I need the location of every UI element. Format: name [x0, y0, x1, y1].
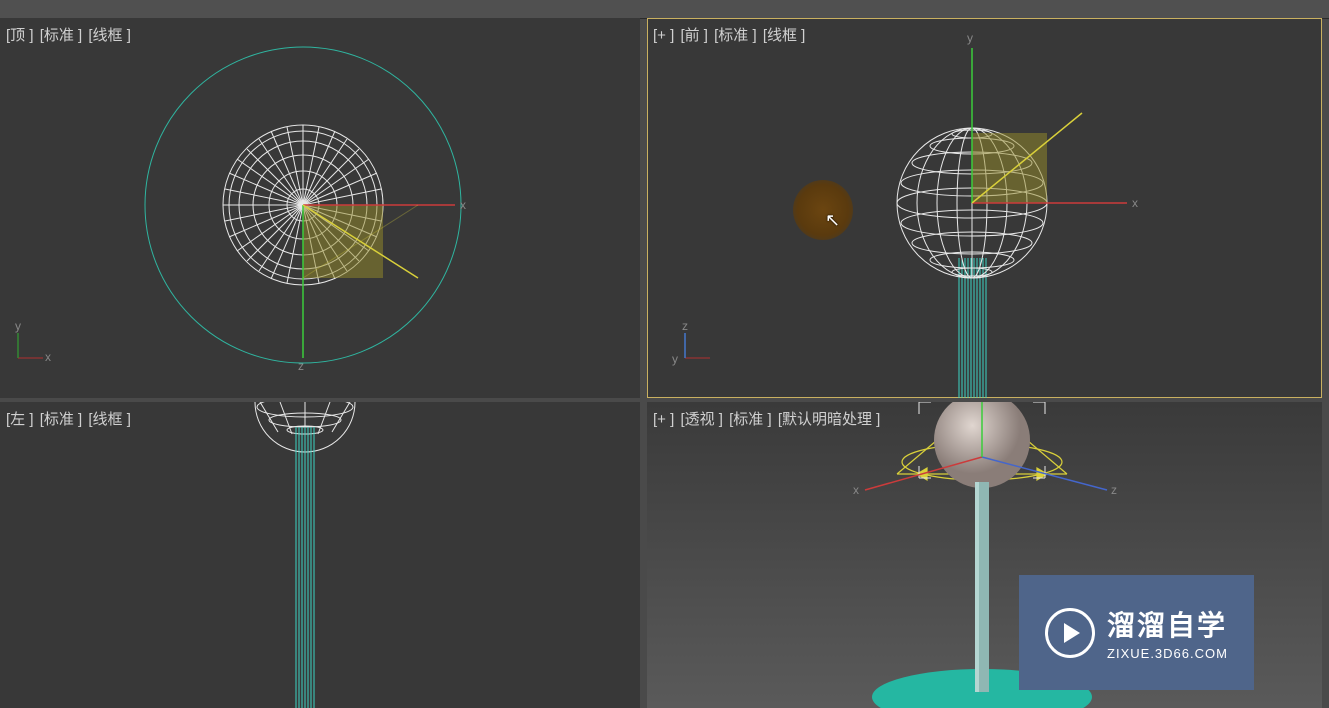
axis-label-x: x	[853, 483, 859, 497]
view-axis-icon: z y	[672, 319, 710, 366]
play-icon	[1045, 608, 1095, 658]
main-toolbar[interactable]	[0, 0, 1329, 19]
svg-text:x: x	[45, 350, 51, 364]
watermark-title: 溜溜自学	[1107, 604, 1228, 644]
svg-text:y: y	[672, 352, 678, 366]
viewport-top-canvas: x z y x	[0, 18, 640, 398]
viewport-front[interactable]: [+ ] [前 ] [标准 ] [线框 ]	[647, 18, 1322, 398]
axis-label-x: x	[460, 198, 466, 212]
axis-label-z: z	[1111, 483, 1117, 497]
svg-text:y: y	[15, 319, 21, 333]
move-gizmo[interactable]: x y	[967, 31, 1138, 210]
axis-label-x: x	[1132, 196, 1138, 210]
view-axis-icon: y x	[15, 319, 51, 364]
viewport-front-canvas: x y z y	[647, 18, 1322, 398]
viewport-left-canvas	[0, 402, 640, 708]
viewport-left[interactable]: [左 ] [标准 ] [线框 ]	[0, 402, 640, 708]
axis-label-z: z	[298, 359, 304, 373]
watermark-subtitle: ZIXUE.3D66.COM	[1107, 646, 1228, 661]
viewport-top[interactable]: [顶 ] [标准 ] [线框 ]	[0, 18, 640, 398]
watermark: 溜溜自学 ZIXUE.3D66.COM	[1019, 575, 1254, 690]
axis-label-y: y	[967, 31, 973, 45]
move-gizmo[interactable]: x z	[298, 198, 466, 373]
svg-text:z: z	[682, 319, 688, 333]
